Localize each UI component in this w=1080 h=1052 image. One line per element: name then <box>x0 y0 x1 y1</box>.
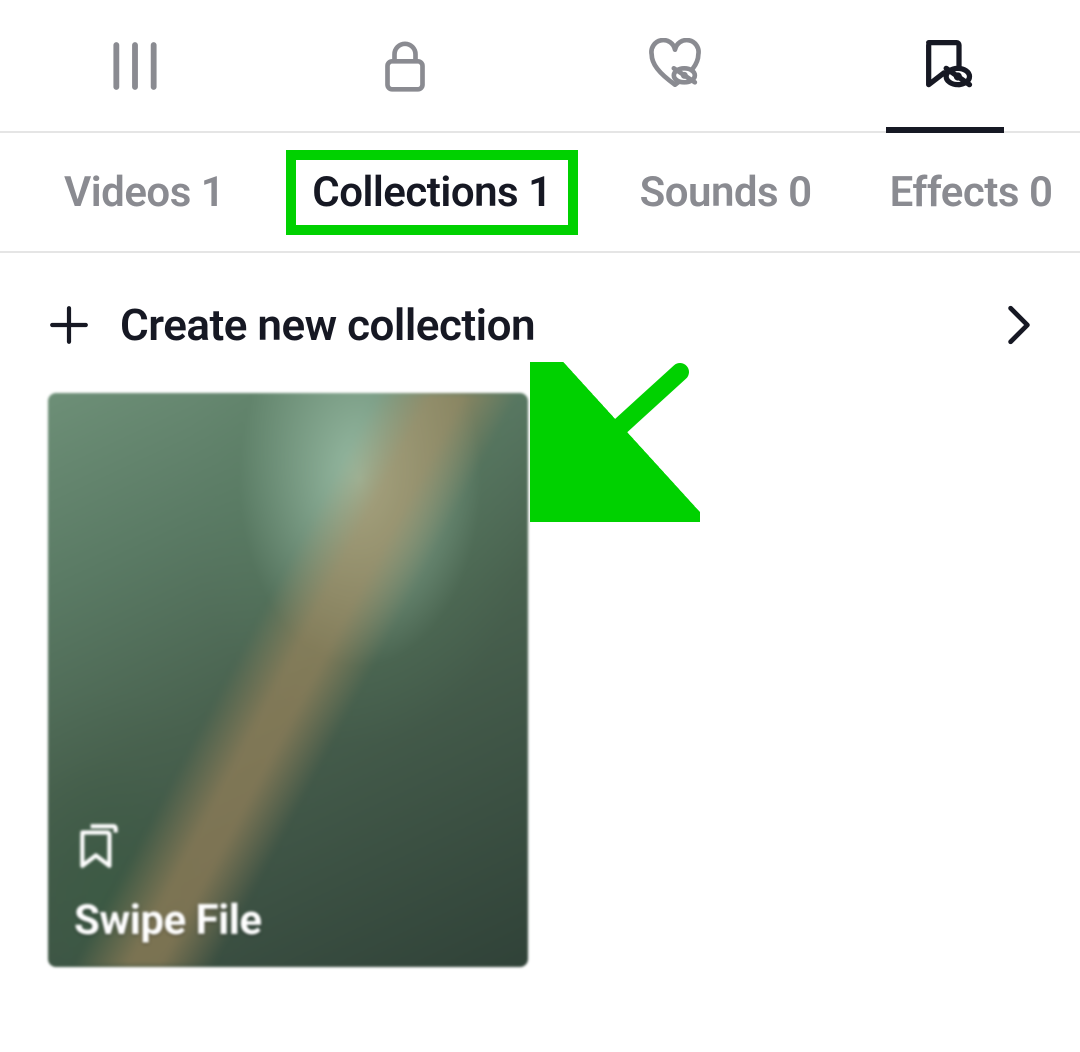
sub-tab-effects[interactable]: Effects 0 <box>874 160 1069 225</box>
sub-tab-collections[interactable]: Collections 1 <box>286 150 577 235</box>
chevron-right-icon <box>1006 304 1032 346</box>
create-collection-button[interactable]: Create new collection <box>0 253 1080 393</box>
sub-tab-label: Sounds <box>640 168 779 217</box>
sub-tab-count: 0 <box>788 168 812 217</box>
saved-sub-tabs: Videos 1 Collections 1 Sounds 0 Effects … <box>0 133 1080 253</box>
sub-tab-label: Effects <box>890 168 1019 217</box>
collection-card-overlay: Swipe File <box>74 820 262 945</box>
collection-card[interactable]: Swipe File <box>48 393 528 967</box>
tab-private[interactable] <box>270 0 540 131</box>
plus-icon <box>48 304 90 346</box>
collections-grid: Swipe File <box>0 393 1080 967</box>
collection-title: Swipe File <box>74 896 262 945</box>
create-collection-label: Create new collection <box>120 299 535 351</box>
sub-tab-count: 1 <box>201 168 225 217</box>
feed-icon <box>107 38 163 94</box>
sub-tab-sounds[interactable]: Sounds 0 <box>624 160 828 225</box>
bookmark-stack-icon <box>74 820 262 870</box>
bookmark-hidden-icon <box>917 38 973 94</box>
tab-feed[interactable] <box>0 0 270 131</box>
sub-tab-label: Collections <box>312 168 518 217</box>
profile-content-tabs <box>0 0 1080 133</box>
heart-hidden-icon <box>647 38 703 94</box>
sub-tab-videos[interactable]: Videos 1 <box>48 160 240 225</box>
tab-saved[interactable] <box>810 0 1080 131</box>
lock-icon <box>377 38 433 94</box>
sub-tab-count: 1 <box>528 168 552 217</box>
sub-tab-label: Videos <box>64 168 191 217</box>
create-collection-left: Create new collection <box>48 299 535 351</box>
sub-tab-count: 0 <box>1029 168 1053 217</box>
tab-liked[interactable] <box>540 0 810 131</box>
